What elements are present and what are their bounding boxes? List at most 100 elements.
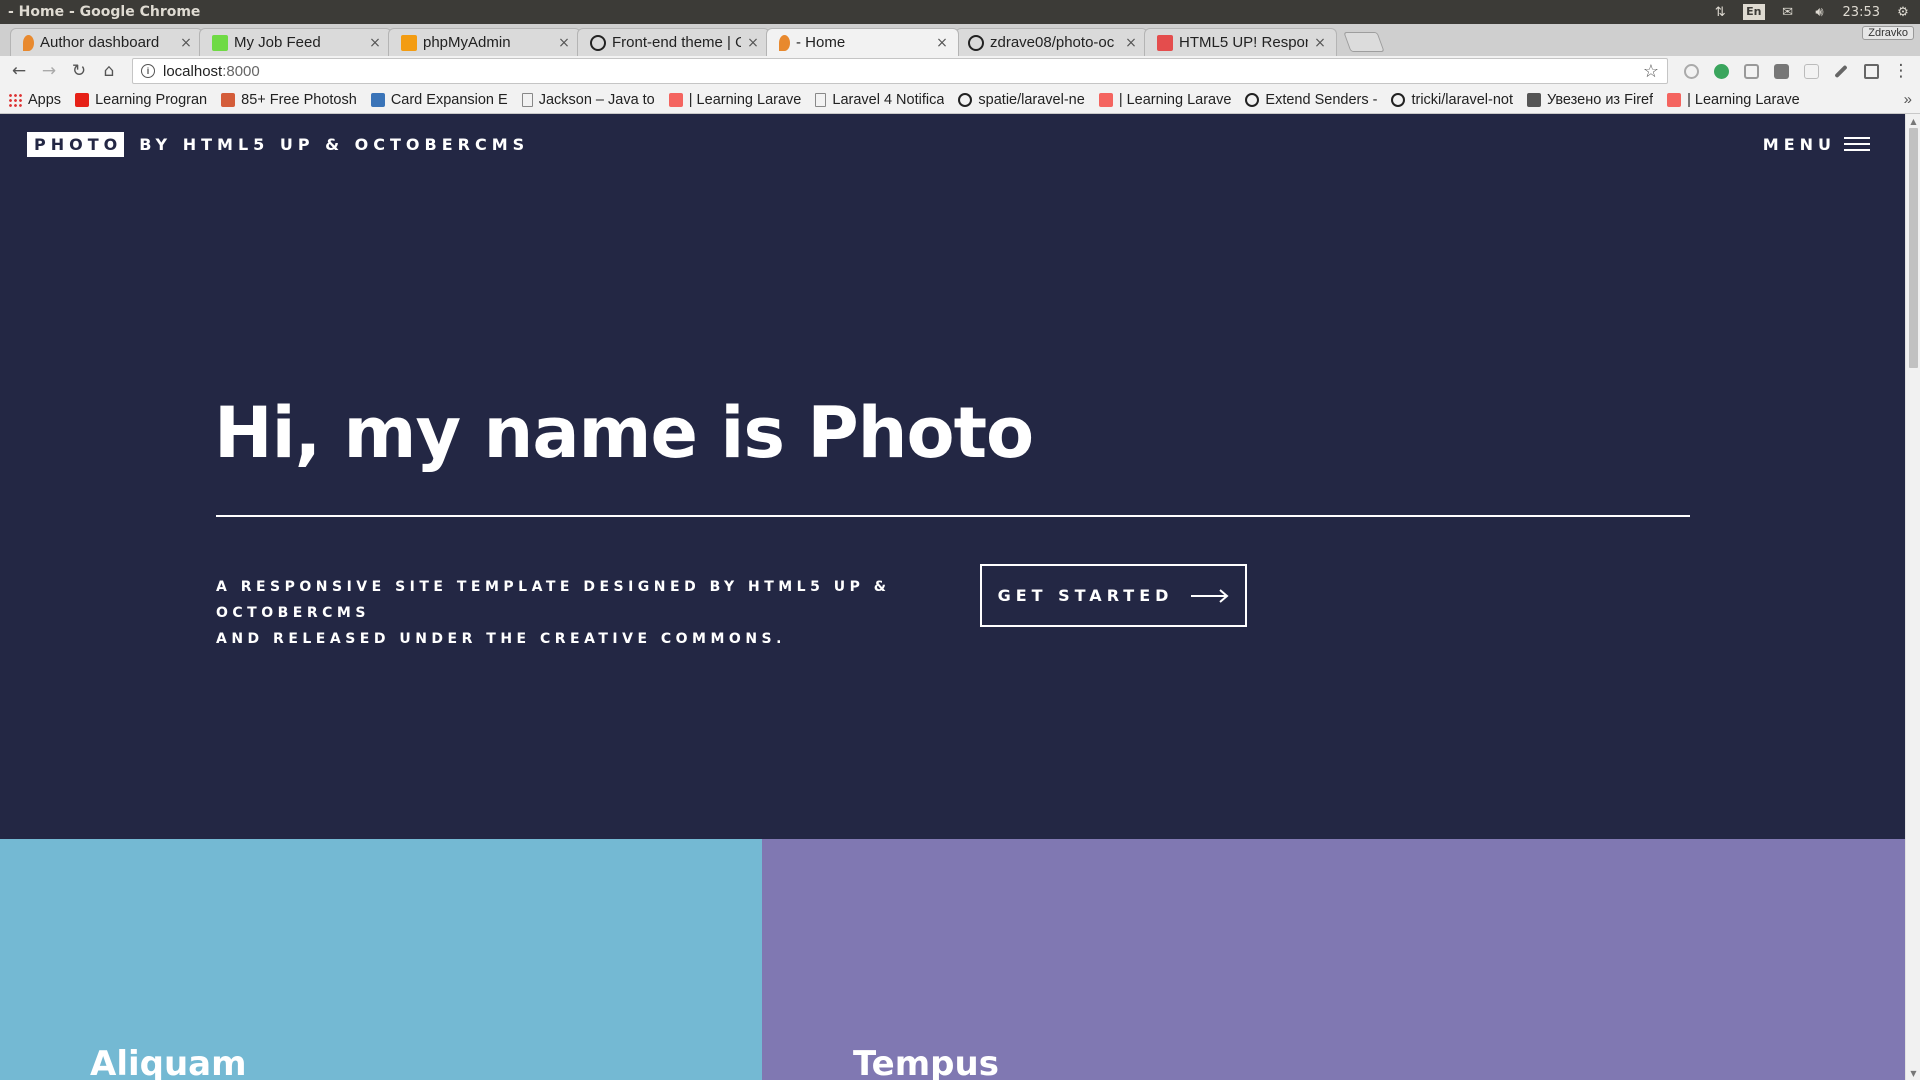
apps-grid-icon — [8, 92, 22, 107]
page-viewport: PHOTO BY HTML5 UP & OCTOBERCMS MENU Hi, … — [0, 114, 1905, 1080]
bookmark-item[interactable]: 85+ Free Photosh — [221, 92, 357, 108]
arrow-right-icon — [1191, 588, 1229, 603]
bookmark-item[interactable]: | Learning Larave — [1098, 91, 1232, 108]
bookmark-item[interactable]: Extend Senders - — [1245, 92, 1377, 108]
extension-box-icon[interactable] — [1768, 58, 1794, 84]
browser-tab[interactable]: phpMyAdmin × — [388, 28, 581, 56]
reload-icon[interactable]: ↻ — [66, 58, 92, 84]
bookmark-item[interactable]: | Learning Larave — [1667, 92, 1800, 108]
back-arrow-icon[interactable]: ← — [6, 58, 32, 84]
laravel-icon — [1098, 92, 1113, 107]
hero-subtitle: A RESPONSIVE SITE TEMPLATE DESIGNED BY H… — [216, 574, 976, 652]
extension-clock-icon[interactable] — [1678, 58, 1704, 84]
new-tab-button[interactable] — [1343, 32, 1385, 52]
extension-b-icon[interactable] — [1798, 58, 1824, 84]
bookmark-star-icon[interactable]: ☆ — [1643, 61, 1659, 82]
url-host: localhost — [163, 62, 223, 80]
os-indicators: ⇅ En ✉ 🔊︎ 23:53 ⚙ — [1711, 3, 1912, 21]
site-info-icon[interactable]: i — [141, 64, 155, 78]
panel-title-aliquam: Aliquam — [90, 1044, 247, 1080]
browser-toolbar: ← → ↻ ⌂ i localhost:8000 ☆ ⋮ — [0, 56, 1920, 86]
bookmark-label: Увезено из Firef — [1547, 91, 1654, 108]
site-header: PHOTO BY HTML5 UP & OCTOBERCMS MENU — [0, 114, 1905, 174]
octobercms-icon — [779, 34, 790, 51]
github-icon — [968, 34, 984, 51]
scroll-thumb[interactable] — [1909, 128, 1918, 368]
bookmark-label: spatie/laravel-ne — [978, 91, 1085, 108]
browser-tab[interactable]: - Home × — [766, 28, 959, 56]
settings-gear-icon[interactable]: ⚙ — [1894, 3, 1912, 21]
forward-arrow-icon[interactable]: → — [36, 58, 62, 84]
bookmark-label: tricki/laravel-not — [1411, 91, 1513, 108]
folder-icon — [1527, 92, 1541, 107]
hero-divider — [216, 515, 1690, 517]
tab-title: Front-end theme | O — [612, 34, 741, 51]
url-text[interactable]: localhost:8000 — [163, 63, 1643, 80]
tab-close-icon[interactable]: × — [367, 35, 383, 51]
bookmarks-bar: Apps Learning Progran 85+ Free Photosh Card… — [0, 86, 1920, 114]
page-scrollbar[interactable]: ▲ ▼ — [1905, 114, 1920, 1080]
hero-title: Hi, my name is Photo — [214, 392, 1034, 474]
site-logo[interactable]: PHOTO — [27, 131, 125, 157]
bookmark-item[interactable]: | Learning Larave — [668, 91, 802, 108]
menu-button[interactable]: MENU — [1763, 135, 1870, 154]
browser-tab[interactable]: My Job Feed × — [199, 28, 392, 56]
extension-shield-icon[interactable] — [1738, 58, 1764, 84]
tab-close-icon[interactable]: × — [556, 35, 572, 51]
address-bar[interactable]: i localhost:8000 ☆ — [132, 58, 1668, 84]
bookmark-item[interactable]: Увезено из Firef — [1527, 92, 1653, 108]
profile-badge[interactable]: Zdravko — [1862, 26, 1914, 40]
extension-globe-icon[interactable] — [1708, 58, 1734, 84]
bookmark-item[interactable]: spatie/laravel-ne — [958, 91, 1085, 108]
hero-subtitle-line-2: AND RELEASED UNDER THE CREATIVE COMMONS. — [216, 631, 786, 647]
cast-icon[interactable] — [1858, 58, 1884, 84]
bookmark-label: | Learning Larave — [1118, 91, 1232, 108]
tab-title: - Home — [796, 34, 846, 51]
github-icon — [590, 34, 606, 51]
bookmark-label: | Learning Larave — [688, 91, 802, 108]
bookmark-icon — [370, 92, 385, 107]
mail-icon[interactable]: ✉ — [1779, 3, 1797, 21]
github-icon — [958, 92, 973, 107]
tab-close-icon[interactable]: × — [1123, 35, 1139, 51]
keyboard-language-indicator[interactable]: En — [1743, 4, 1765, 20]
browser-tab[interactable]: HTML5 UP! Respon × — [1144, 28, 1337, 56]
window-title: - Home - Google Chrome — [8, 4, 201, 20]
scroll-up-arrow-icon[interactable]: ▲ — [1906, 114, 1920, 128]
panel-tempus[interactable]: Tempus — [762, 839, 1905, 1080]
get-started-button[interactable]: GET STARTED — [980, 564, 1247, 627]
home-icon[interactable]: ⌂ — [96, 58, 122, 84]
panel-aliquam[interactable]: Aliquam — [0, 839, 762, 1080]
bookmark-label: Card Expansion E — [390, 91, 508, 108]
chrome-menu-icon[interactable]: ⋮ — [1888, 58, 1914, 84]
clock[interactable]: 23:53 — [1843, 5, 1880, 20]
bookmark-label: | Learning Larave — [1687, 91, 1800, 108]
tab-close-icon[interactable]: × — [178, 35, 194, 51]
bookmark-label: Apps — [28, 91, 62, 108]
laravel-icon — [668, 92, 683, 107]
upwork-icon — [212, 34, 228, 51]
tab-close-icon[interactable]: × — [934, 35, 950, 51]
browser-tab[interactable]: Author dashboard × — [10, 28, 203, 56]
bookmark-label: Jackson – Java to — [538, 91, 655, 108]
github-icon — [1245, 92, 1260, 107]
bookmark-item[interactable]: Jackson – Java to — [521, 91, 655, 108]
octobercms-icon — [23, 34, 34, 51]
tab-close-icon[interactable]: × — [1312, 35, 1328, 51]
bookmark-item[interactable]: Learning Progran — [75, 92, 207, 108]
bookmark-item[interactable]: Laravel 4 Notifica — [815, 92, 944, 108]
browser-tab[interactable]: zdrave08/photo-oc × — [955, 28, 1148, 56]
url-port: :8000 — [222, 62, 260, 80]
bookmarks-overflow-chevron-icon[interactable]: » — [1904, 91, 1912, 108]
tab-title: phpMyAdmin — [423, 34, 511, 51]
scroll-down-arrow-icon[interactable]: ▼ — [1906, 1066, 1920, 1080]
bookmark-item[interactable]: Card Expansion E — [370, 91, 508, 108]
extension-eyedropper-icon[interactable] — [1828, 58, 1854, 84]
bookmark-item[interactable]: Apps — [8, 92, 61, 108]
bookmark-item[interactable]: tricki/laravel-not — [1391, 92, 1513, 108]
tab-close-icon[interactable]: × — [745, 35, 761, 51]
youtube-icon — [75, 92, 90, 107]
browser-tab[interactable]: Front-end theme | O × — [577, 28, 770, 56]
volume-icon[interactable]: 🔊︎ — [1811, 3, 1829, 21]
network-icon[interactable]: ⇅ — [1711, 3, 1729, 21]
